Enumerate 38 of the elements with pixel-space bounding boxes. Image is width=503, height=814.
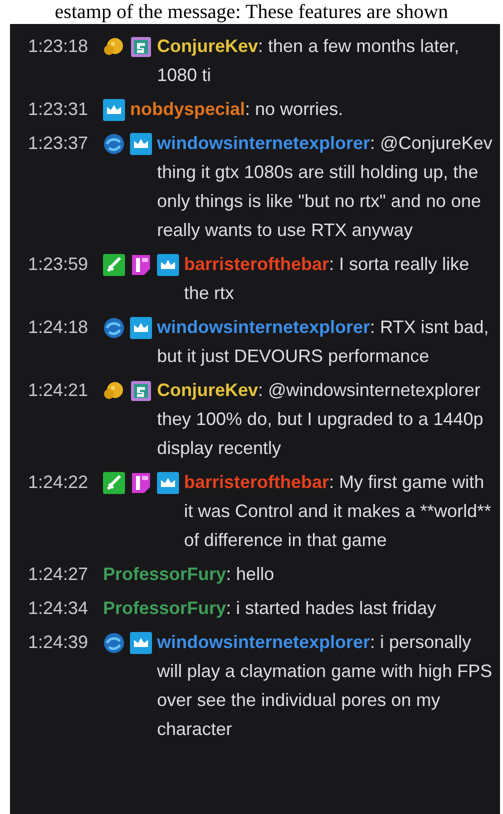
chat-message: barristerofthebar: I sorta really like the rtx: [184, 253, 470, 305]
timestamp: 1:23:18: [28, 35, 90, 58]
swirl-badge-icon: [103, 316, 125, 338]
blob-badge-icon: [103, 380, 125, 402]
sword-badge-icon: [103, 472, 125, 494]
chat-message: barristerofthebar: My first game with it was Control and it makes a **world** of difference in that game: [184, 471, 492, 552]
crown-badge-icon: [130, 132, 152, 154]
blob-badge-icon: [103, 36, 125, 58]
crown-badge-icon: [157, 472, 179, 494]
subscriber-badge-icon: [130, 36, 152, 58]
crown-badge-icon: [130, 316, 152, 338]
crown-badge-icon: [103, 98, 125, 120]
timestamp: 1:24:34: [28, 597, 90, 620]
crown-badge-icon: [130, 632, 152, 654]
rank-badge-icon: [130, 472, 152, 494]
swirl-badge-icon: [103, 132, 125, 154]
swirl-badge-icon: [103, 632, 125, 654]
timestamp: 1:24:27: [28, 563, 90, 586]
rank-badge-icon: [130, 254, 152, 276]
chat-message: ProfessorFury: i started hades last friday: [103, 597, 438, 620]
chat-message: ConjureKev: then a few months later, 1080 ti: [157, 35, 460, 87]
chat-message: windowsinternetexplorer: @ConjureKev thing it gtx 1080s are still holding up, the only things is like "but no rtx" and no one really wants to use RTX anyway: [157, 132, 494, 242]
chat-message: ProfessorFury: hello: [103, 563, 276, 586]
document-caption: estamp of the message: These features are shown: [54, 0, 450, 24]
subscriber-badge-icon: [130, 380, 152, 402]
timestamp: 1:24:18: [28, 316, 90, 339]
timestamp: 1:23:59: [28, 253, 90, 276]
chat-message: nobdyspecial: no worries.: [130, 98, 344, 121]
timestamp: 1:24:21: [28, 379, 90, 402]
timestamp: 1:23:37: [28, 132, 90, 155]
timestamp: 1:24:39: [28, 631, 90, 654]
crown-badge-icon: [157, 254, 179, 276]
chat-message: ConjureKev: @windowsinternetexplorer they 100% do, but I upgraded to a 1440p display recently: [157, 379, 484, 460]
chat-message: windowsinternetexplorer: RTX isnt bad, but it just DEVOURS performance: [157, 316, 490, 368]
sword-badge-icon: [103, 254, 125, 276]
timestamp: 1:24:22: [28, 471, 90, 494]
timestamp: 1:23:31: [28, 98, 90, 121]
chat-message: windowsinternetexplorer: i personally will play a claymation game with high FPS over see the individual pores on my character: [157, 631, 494, 741]
